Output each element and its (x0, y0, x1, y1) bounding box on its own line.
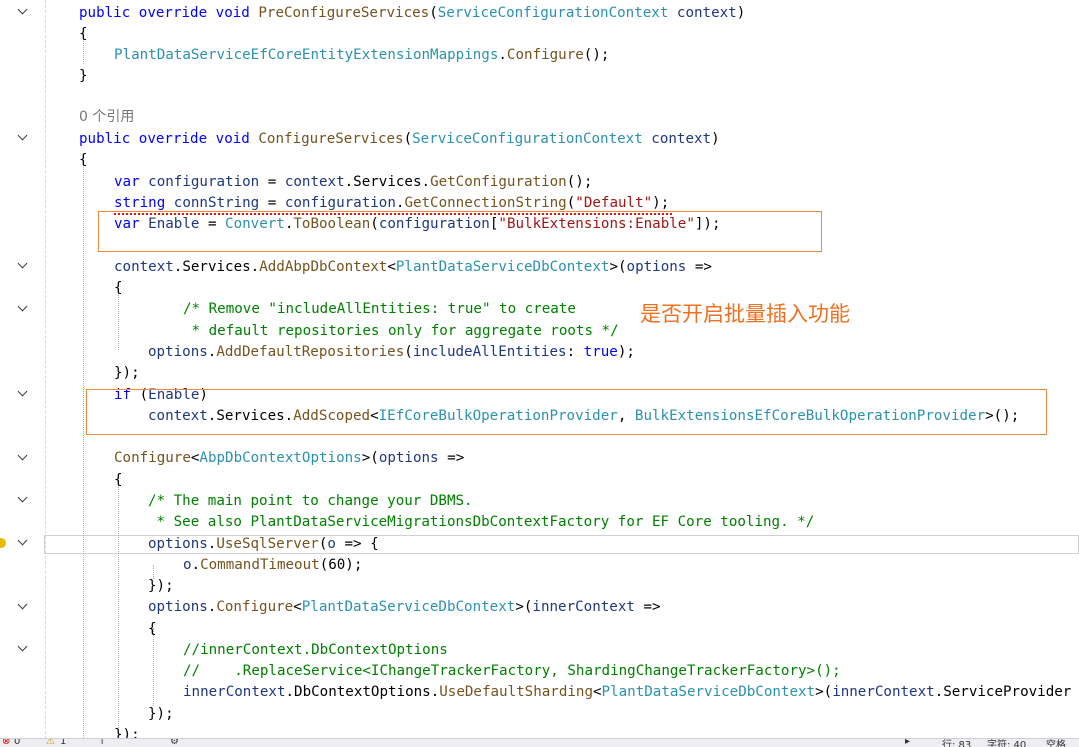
code-line-4: } (79, 68, 88, 84)
highlight-box-addscoped (86, 389, 1047, 435)
code-line-1: public override void PreConfigureService… (79, 5, 746, 21)
code-line-7: var configuration = context.Services.Get… (114, 174, 593, 190)
annotation-label: 是否开启批量插入功能 (640, 302, 850, 326)
code-line-3: PlantDataServiceEfCoreEntityExtensionMap… (114, 47, 610, 63)
code-line-22: options.UseSqlServer(o => { (148, 536, 379, 552)
code-line-13: * default repositories only for aggregat… (183, 323, 619, 339)
code-line-11: { (114, 280, 123, 296)
fold-chevron-icon[interactable] (17, 260, 29, 270)
gutter-separator (45, 0, 46, 739)
fold-chevron-icon[interactable] (17, 303, 29, 313)
code-line-20: /* The main point to change your DBMS. (148, 493, 473, 509)
cursor-row[interactable]: 行: 83 (942, 739, 971, 747)
reference-count-codelens[interactable]: 0 个引用 (79, 107, 134, 127)
fold-chevron-icon[interactable] (17, 601, 29, 611)
code-line-2: { (79, 26, 88, 42)
code-line-26: { (148, 621, 157, 637)
code-line-21: * See also PlantDataServiceMigrationsDbC… (148, 514, 815, 530)
warning-icon[interactable]: ⚠ (46, 739, 55, 747)
code-line-12: /* Remove "includeAllEntities: true" to … (183, 301, 576, 317)
status-bar: ⊗ 0 ⚠ 1 ↑ ⚙ ▸ 行: 83 字符: 40 空格 (0, 738, 1079, 747)
code-line-18: Configure<AbpDbContextOptions>(options =… (114, 450, 465, 466)
indent-guide (83, 160, 84, 739)
code-line-23: o.CommandTimeout(60); (183, 557, 363, 573)
fold-chevron-icon[interactable] (17, 494, 29, 504)
code-editor[interactable]: public override void PreConfigureService… (0, 0, 1079, 739)
code-line-30: }); (148, 706, 174, 722)
warning-count[interactable]: 1 (60, 739, 66, 747)
error-icon[interactable]: ⊗ (2, 739, 10, 747)
code-line-31: }); (114, 727, 140, 739)
fold-chevron-icon[interactable] (17, 537, 29, 547)
arrow-up-icon[interactable]: ↑ (98, 739, 106, 747)
code-line-29: innerContext.DbContextOptions.UseDefault… (183, 684, 1072, 700)
cursor-column[interactable]: 字符: 40 (987, 739, 1026, 747)
indent-guide (118, 480, 119, 739)
code-line-10: context.Services.AddAbpDbContext<PlantDa… (114, 259, 712, 275)
lightbulb-marker-icon[interactable] (0, 538, 6, 548)
code-line-28: // .ReplaceService<IChangeTrackerFactory… (183, 663, 841, 679)
fold-chevron-icon[interactable] (17, 643, 29, 653)
code-line-24: }); (148, 578, 174, 594)
fold-chevron-icon[interactable] (17, 388, 29, 398)
highlight-box-enable-variable (98, 211, 822, 252)
code-line-19: { (114, 472, 123, 488)
fold-chevron-icon[interactable] (17, 6, 29, 16)
code-line-6: { (79, 152, 88, 168)
fold-chevron-icon[interactable] (17, 132, 29, 142)
error-count[interactable]: 0 (14, 739, 20, 747)
gear-icon[interactable]: ⚙ (170, 739, 179, 747)
arrow-right-icon[interactable]: ▸ (905, 739, 910, 747)
code-line-14: options.AddDefaultRepositories(includeAl… (148, 344, 635, 360)
fold-chevron-icon[interactable] (17, 452, 29, 462)
code-line-5: public override void ConfigureServices(S… (79, 131, 720, 147)
code-line-15: }); (114, 365, 140, 381)
code-line-27: //innerContext.DbContextOptions (183, 642, 448, 658)
whitespace-mode[interactable]: 空格 (1046, 739, 1066, 747)
code-line-25: options.Configure<PlantDataServiceDbCont… (148, 599, 661, 615)
